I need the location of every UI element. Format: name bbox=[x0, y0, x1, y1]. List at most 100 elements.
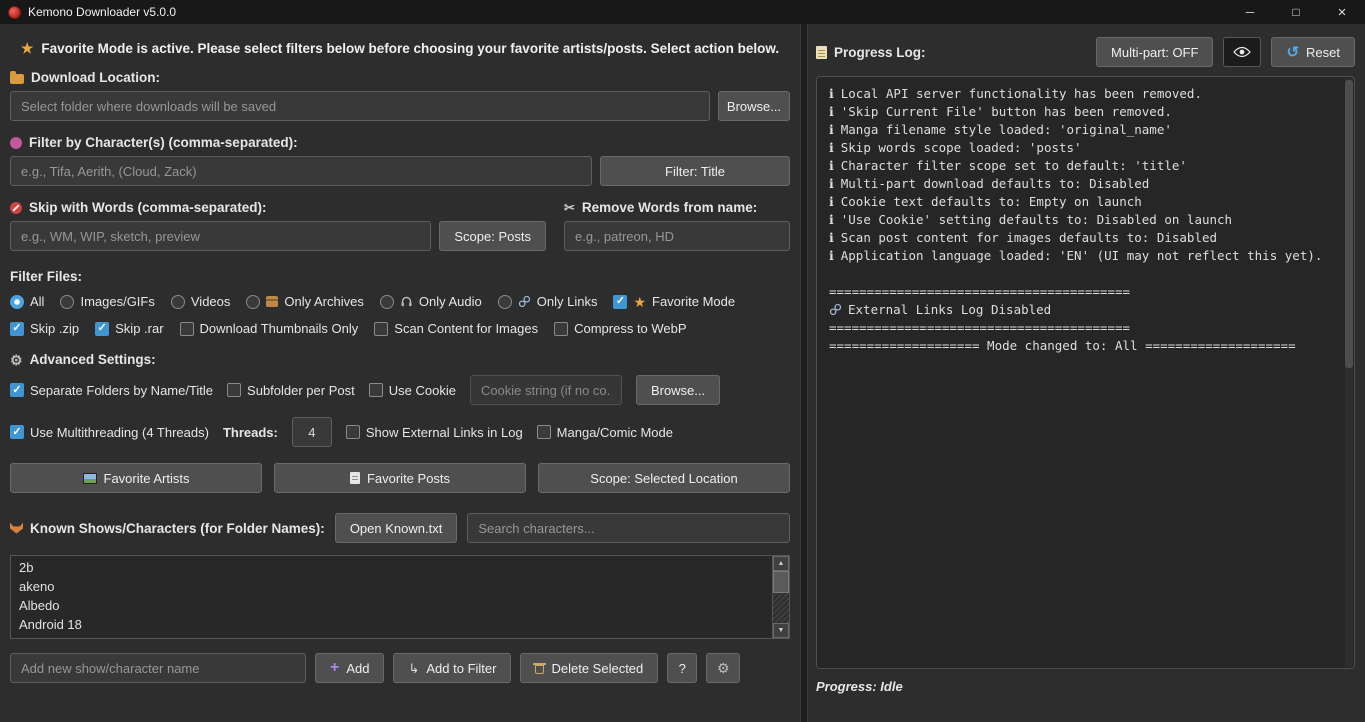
checkbox-skip-rar[interactable]: Skip .rar bbox=[95, 321, 163, 336]
checkbox-skip-zip[interactable]: Skip .zip bbox=[10, 321, 79, 336]
checkbox-show-external-links[interactable]: Show External Links in Log bbox=[346, 425, 523, 440]
log-header: Progress Log: Multi-part: OFF ↺ Reset bbox=[816, 36, 1355, 68]
log-line: External Links Log Disabled bbox=[829, 301, 1342, 319]
maximize-button[interactable]: □ bbox=[1273, 0, 1319, 24]
filter-scope-button[interactable]: Filter: Title bbox=[600, 156, 790, 186]
checkbox-indicator[interactable] bbox=[10, 425, 24, 439]
info-icon: i bbox=[829, 193, 834, 211]
radio-only-archives[interactable]: Only Archives bbox=[246, 294, 363, 309]
known-shows-label: Known Shows/Characters (for Folder Names… bbox=[10, 521, 325, 536]
radio-indicator[interactable] bbox=[498, 295, 512, 309]
checkbox-indicator[interactable] bbox=[613, 295, 627, 309]
threads-input[interactable] bbox=[292, 417, 332, 447]
headphones-icon bbox=[400, 295, 413, 308]
minimize-icon: ─ bbox=[1246, 5, 1255, 19]
info-icon: i bbox=[829, 139, 834, 157]
info-icon: i bbox=[829, 229, 834, 247]
checkbox-download-thumbnails-only[interactable]: Download Thumbnails Only bbox=[180, 321, 359, 336]
favorite-artists-button[interactable]: Favorite Artists bbox=[10, 463, 262, 493]
return-arrow-icon: ↳ bbox=[408, 662, 419, 675]
radio-indicator[interactable] bbox=[10, 295, 24, 309]
checkbox-subfolder-per-post[interactable]: Subfolder per Post bbox=[227, 383, 355, 398]
checkbox-indicator[interactable] bbox=[374, 322, 388, 336]
archive-icon bbox=[266, 296, 278, 307]
checkbox-indicator[interactable] bbox=[369, 383, 383, 397]
eye-toggle-button[interactable] bbox=[1223, 37, 1261, 67]
radio-videos[interactable]: Videos bbox=[171, 294, 231, 309]
log-scroll-thumb[interactable] bbox=[1345, 80, 1353, 368]
filter-files-options: All Images/GIFs Videos Only Archives Only Au… bbox=[10, 294, 790, 309]
radio-all[interactable]: All bbox=[10, 294, 44, 309]
scroll-up-button[interactable]: ▲ bbox=[773, 556, 789, 571]
skip-scope-button[interactable]: Scope: Posts bbox=[439, 221, 546, 251]
search-characters-input[interactable] bbox=[467, 513, 790, 543]
log-panel: Progress Log: Multi-part: OFF ↺ Reset iL… bbox=[808, 24, 1365, 722]
reset-button[interactable]: ↺ Reset bbox=[1271, 37, 1355, 67]
window-title: Kemono Downloader v5.0.0 bbox=[28, 5, 176, 19]
remove-words-input[interactable] bbox=[564, 221, 790, 251]
browse-download-button[interactable]: Browse... bbox=[718, 91, 790, 121]
add-character-input[interactable] bbox=[10, 653, 306, 683]
multipart-toggle-button[interactable]: Multi-part: OFF bbox=[1096, 37, 1213, 67]
radio-images-gifs[interactable]: Images/GIFs bbox=[60, 294, 154, 309]
checkbox-compress-to-webp[interactable]: Compress to WebP bbox=[554, 321, 686, 336]
log-line: iApplication language loaded: 'EN' (UI m… bbox=[829, 247, 1342, 265]
scroll-thumb[interactable] bbox=[773, 571, 789, 593]
help-button[interactable]: ? bbox=[667, 653, 697, 683]
skip-words-input[interactable] bbox=[10, 221, 431, 251]
cookie-string-input[interactable] bbox=[470, 375, 622, 405]
download-location-input[interactable] bbox=[10, 91, 710, 121]
checkbox-manga-mode[interactable]: Manga/Comic Mode bbox=[537, 425, 673, 440]
close-button[interactable]: × bbox=[1319, 0, 1365, 24]
radio-only-audio[interactable]: Only Audio bbox=[380, 294, 482, 309]
checkbox-indicator[interactable] bbox=[227, 383, 241, 397]
add-to-filter-button[interactable]: ↳ Add to Filter bbox=[393, 653, 511, 683]
known-list-items: 2bakenoAlbedoAndroid 18Android 21 bbox=[12, 557, 771, 637]
info-icon: i bbox=[829, 85, 834, 103]
checkbox-favorite-mode[interactable]: ★Favorite Mode bbox=[613, 294, 735, 309]
image-icon bbox=[83, 473, 97, 484]
checkbox-separate-folders[interactable]: Separate Folders by Name/Title bbox=[10, 383, 213, 398]
browse-cookie-button[interactable]: Browse... bbox=[636, 375, 720, 405]
checkbox-indicator[interactable] bbox=[95, 322, 109, 336]
progress-status: Progress: Idle bbox=[816, 679, 1355, 694]
known-list[interactable]: 2bakenoAlbedoAndroid 18Android 21 ▲ ▼ bbox=[10, 555, 790, 639]
checkbox-scan-content-for-images[interactable]: Scan Content for Images bbox=[374, 321, 538, 336]
panel-splitter[interactable] bbox=[800, 24, 808, 722]
list-item[interactable]: Android 18 bbox=[12, 615, 771, 634]
radio-indicator[interactable] bbox=[171, 295, 185, 309]
log-scrollbar[interactable] bbox=[1345, 78, 1353, 667]
scope-location-button[interactable]: Scope: Selected Location bbox=[538, 463, 790, 493]
checkbox-multithreading[interactable]: Use Multithreading (4 Threads) bbox=[10, 425, 209, 440]
checkbox-indicator[interactable] bbox=[537, 425, 551, 439]
known-list-scrollbar[interactable]: ▲ ▼ bbox=[772, 556, 789, 638]
radio-indicator[interactable] bbox=[246, 295, 260, 309]
checkbox-use-cookie[interactable]: Use Cookie bbox=[369, 383, 456, 398]
delete-selected-button[interactable]: Delete Selected bbox=[520, 653, 658, 683]
download-location-label: Download Location: bbox=[10, 70, 790, 85]
add-button[interactable]: + Add bbox=[315, 653, 384, 683]
radio-only-links[interactable]: Only Links bbox=[498, 294, 598, 309]
checkbox-indicator[interactable] bbox=[10, 322, 24, 336]
settings-button[interactable]: ⚙ bbox=[706, 653, 740, 683]
open-known-button[interactable]: Open Known.txt bbox=[335, 513, 458, 543]
scroll-down-button[interactable]: ▼ bbox=[773, 623, 789, 638]
option-label: Download Thumbnails Only bbox=[200, 321, 359, 336]
maximize-icon: □ bbox=[1292, 5, 1299, 19]
list-item[interactable]: Android 21 bbox=[12, 634, 771, 637]
favorite-posts-button[interactable]: Favorite Posts bbox=[274, 463, 526, 493]
checkbox-indicator[interactable] bbox=[554, 322, 568, 336]
checkbox-indicator[interactable] bbox=[346, 425, 360, 439]
option-label: Only Archives bbox=[284, 294, 363, 309]
list-item[interactable]: 2b bbox=[12, 558, 771, 577]
radio-indicator[interactable] bbox=[60, 295, 74, 309]
radio-indicator[interactable] bbox=[380, 295, 394, 309]
minimize-button[interactable]: ─ bbox=[1227, 0, 1273, 24]
notice-text: Favorite Mode is active. Please select f… bbox=[41, 41, 779, 56]
checkbox-indicator[interactable] bbox=[10, 383, 24, 397]
list-item[interactable]: akeno bbox=[12, 577, 771, 596]
checkbox-indicator[interactable] bbox=[180, 322, 194, 336]
list-item[interactable]: Albedo bbox=[12, 596, 771, 615]
progress-log[interactable]: iLocal API server functionality has been… bbox=[816, 76, 1355, 669]
character-filter-input[interactable] bbox=[10, 156, 592, 186]
